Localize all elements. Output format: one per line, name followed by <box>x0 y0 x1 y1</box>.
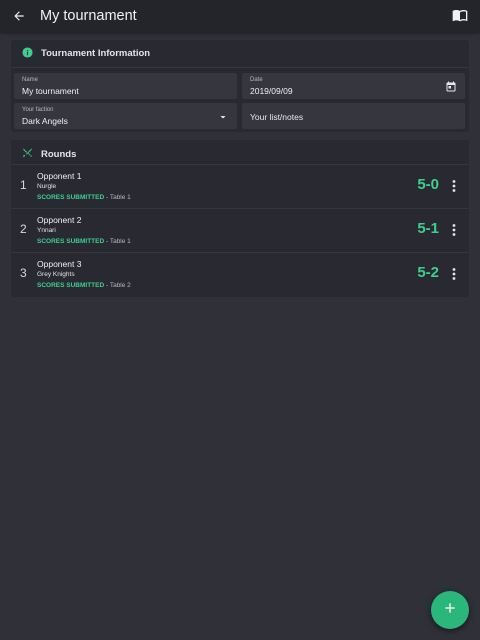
status-text: SCORES SUBMITTED <box>37 282 105 289</box>
table-text: - Table 2 <box>104 282 131 289</box>
more-vert-icon[interactable] <box>449 179 459 193</box>
opponent-faction: Ynnari <box>37 227 56 234</box>
round-status: SCORES SUBMITTED - Table 1 <box>37 238 131 245</box>
status-text: SCORES SUBMITTED <box>37 238 105 245</box>
round-row[interactable]: 2 Opponent 2 Ynnari SCORES SUBMITTED - T… <box>11 208 469 252</box>
round-row[interactable]: 3 Opponent 3 Grey Knights SCORES SUBMITT… <box>11 252 469 296</box>
opponent-faction: Grey Knights <box>37 271 75 278</box>
open-book-icon[interactable] <box>452 7 470 25</box>
date-label: Date <box>250 77 263 83</box>
page-title: My tournament <box>40 8 137 24</box>
name-label: Name <box>22 77 39 83</box>
rounds-title: Rounds <box>41 148 77 160</box>
app-bar: My tournament <box>0 0 480 32</box>
plus-icon <box>442 600 458 621</box>
calendar-icon[interactable] <box>445 80 457 92</box>
more-vert-icon[interactable] <box>449 223 459 237</box>
rounds-card: Rounds 1 Opponent 1 Nurgle SCORES SUBMIT… <box>11 140 469 297</box>
faction-label: Your faction <box>22 107 54 113</box>
more-vert-icon[interactable] <box>449 267 459 281</box>
faction-select[interactable]: Your faction Dark Angels <box>14 103 237 129</box>
opponent-name: Opponent 1 <box>37 171 82 181</box>
tournament-info-title: Tournament Information <box>41 48 151 59</box>
status-text: SCORES SUBMITTED <box>37 194 105 201</box>
notes-placeholder: Your list/notes <box>250 112 304 122</box>
info-circle-icon <box>22 45 33 63</box>
round-score: 5-0 <box>417 176 439 193</box>
date-value: 2019/09/09 <box>250 86 293 96</box>
tournament-info-card: Tournament Information Name My tournamen… <box>11 40 469 132</box>
round-score: 5-2 <box>417 264 439 281</box>
round-number: 3 <box>20 266 27 280</box>
date-field[interactable]: Date 2019/09/09 <box>242 73 465 99</box>
back-arrow-icon[interactable] <box>10 7 28 25</box>
notes-field[interactable]: Your list/notes <box>242 103 465 129</box>
table-text: - Table 1 <box>104 194 131 201</box>
opponent-name: Opponent 2 <box>37 215 82 225</box>
round-number: 2 <box>20 222 27 236</box>
add-round-button[interactable] <box>431 591 469 629</box>
opponent-name: Opponent 3 <box>37 259 82 269</box>
name-value: My tournament <box>22 86 79 96</box>
crossed-swords-icon <box>22 145 33 163</box>
dropdown-arrow-icon[interactable] <box>217 110 229 122</box>
round-number: 1 <box>20 178 27 192</box>
round-score: 5-1 <box>417 220 439 237</box>
tournament-info-header: Tournament Information <box>11 40 469 68</box>
name-field[interactable]: Name My tournament <box>14 73 237 99</box>
opponent-faction: Nurgle <box>37 183 57 190</box>
round-status: SCORES SUBMITTED - Table 2 <box>37 282 131 289</box>
round-status: SCORES SUBMITTED - Table 1 <box>37 194 131 201</box>
faction-value: Dark Angels <box>22 116 68 126</box>
round-row[interactable]: 1 Opponent 1 Nurgle SCORES SUBMITTED - T… <box>11 164 469 208</box>
table-text: - Table 1 <box>104 238 131 245</box>
